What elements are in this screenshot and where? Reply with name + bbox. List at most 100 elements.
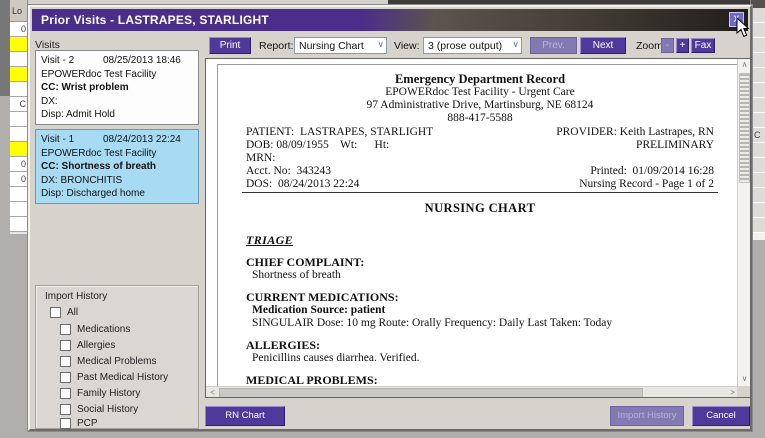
bg-grid-cell — [10, 112, 27, 127]
visit-facility: EPOWERdoc Test Facility — [41, 147, 157, 159]
visit-datetime: 08/24/2013 22:24 — [103, 134, 181, 145]
doc-page-info: Nursing Record - Page 1 of 2 — [579, 178, 714, 190]
visit-diagnosis: DX: — [41, 95, 58, 107]
cancel-button[interactable]: Cancel — [692, 406, 750, 426]
doc-patient: PATIENT: LASTRAPES, STARLIGHT — [246, 126, 434, 138]
checkbox-icon[interactable] — [50, 307, 61, 318]
section-heading: ALLERGIES: — [246, 338, 321, 352]
background-grid-column-right: C — [752, 8, 765, 240]
checkbox-label: Allergies — [77, 340, 116, 351]
bg-grid-cell — [753, 173, 765, 188]
doc-phone: 888-417-5588 — [447, 112, 513, 124]
zoom-out-button[interactable]: - — [661, 38, 674, 53]
scroll-up-icon[interactable]: ∧ — [738, 59, 750, 72]
scrollbar-corner — [737, 386, 750, 397]
horizontal-scrollbar[interactable]: < > — [206, 386, 739, 397]
import-history-panel: Import History All Medications Allergies… — [35, 285, 199, 429]
checkbox-icon[interactable] — [60, 404, 71, 415]
bg-grid-cell: C — [10, 97, 27, 112]
import-history-button[interactable]: Import History — [610, 406, 684, 426]
bg-grid-cell — [10, 52, 27, 67]
checkbox-label: Medical Problems — [77, 356, 157, 367]
bg-grid-cell — [753, 53, 765, 68]
scroll-left-icon[interactable]: < — [206, 387, 219, 397]
report-label: Report: — [259, 40, 294, 52]
view-label: View: — [394, 40, 420, 52]
screen: Lo 0 C 0 0 C Prior Visits - LASTRAPES, S… — [0, 0, 765, 438]
rn-chart-addendum-button[interactable]: RN Chart Addendum — [205, 406, 285, 426]
view-select[interactable]: 3 (prose output) ∨ — [423, 37, 522, 54]
checkbox-icon[interactable] — [60, 324, 71, 335]
visit-facility: EPOWERdoc Test Facility — [41, 68, 157, 80]
doc-triage-heading: TRIAGE — [246, 233, 294, 247]
bg-grid-cell — [10, 202, 27, 217]
bg-grid-cell: 0 — [10, 172, 27, 187]
checkbox-row-pcp[interactable]: PCP — [60, 417, 98, 430]
print-button[interactable]: Print — [209, 37, 251, 54]
report-select[interactable]: Nursing Chart ∨ — [294, 37, 387, 54]
checkbox-icon[interactable] — [60, 418, 71, 429]
section-text: Shortness of breath — [252, 269, 341, 281]
checkbox-label: Medications — [77, 324, 131, 335]
scroll-down-icon[interactable]: ∨ — [738, 373, 750, 386]
report-select-value: Nursing Chart — [299, 40, 364, 52]
horizontal-scrollbar-thumb[interactable] — [219, 388, 643, 397]
visit-chief-complaint: CC: Wrist problem — [41, 82, 129, 93]
visit-card-1-selected[interactable]: Visit - 1 08/24/2013 22:24 EPOWERdoc Tes… — [35, 129, 199, 204]
vertical-scrollbar[interactable]: ∧ ∨ — [737, 59, 750, 386]
bg-grid-cell — [753, 68, 765, 83]
background-grid-column-left: Lo 0 C 0 0 — [10, 0, 28, 234]
checkbox-icon[interactable] — [60, 356, 71, 367]
checkbox-row-all[interactable]: All — [50, 306, 78, 319]
doc-address: 97 Administrative Drive, Martinsburg, NE… — [366, 99, 594, 111]
visit-card-2[interactable]: Visit - 2 08/25/2013 18:46 EPOWERdoc Tes… — [35, 50, 199, 125]
bg-grid-cell — [753, 98, 765, 113]
checkbox-label: Past Medical History — [77, 372, 169, 383]
doc-provider: PROVIDER: Keith Lastrapes, RN — [556, 126, 714, 138]
checkbox-icon[interactable] — [60, 372, 71, 383]
checkbox-icon[interactable] — [60, 340, 71, 351]
visit-number: Visit - 2 — [41, 55, 75, 66]
checkbox-label: PCP — [77, 418, 98, 429]
bg-grid-cell — [10, 187, 27, 202]
doc-chart-title: NURSING CHART — [424, 201, 536, 215]
bg-grid-cell — [10, 37, 27, 52]
bg-grid-cell: 0 — [10, 22, 27, 37]
checkbox-row-family-history[interactable]: Family History — [60, 387, 140, 400]
checkbox-row-medical-problems[interactable]: Medical Problems — [60, 355, 156, 368]
doc-printed: Printed: 01/09/2014 16:28 — [590, 165, 714, 177]
chevron-down-icon: ∨ — [377, 39, 384, 49]
doc-section-allergies: ALLERGIES: Penicillins causes diarrhea. … — [246, 339, 714, 365]
zoom-label: Zoom — [636, 40, 663, 52]
visit-chief-complaint: CC: Shortness of breath — [41, 161, 157, 172]
checkbox-label: All — [67, 307, 79, 318]
checkbox-row-past-medical-history[interactable]: Past Medical History — [60, 371, 168, 384]
doc-mrn: MRN: — [246, 152, 276, 164]
doc-dos: DOS: 08/24/2013 22:24 — [246, 178, 360, 190]
prior-visits-dialog: Prior Visits - LASTRAPES, STARLIGHT X Pr… — [28, 5, 752, 431]
checkbox-icon[interactable] — [60, 388, 71, 399]
import-history-title: Import History — [45, 291, 108, 302]
next-page-button[interactable]: Next Page — [580, 37, 626, 54]
dialog-titlebar[interactable]: Prior Visits - LASTRAPES, STARLIGHT X — [32, 9, 748, 31]
section-text: SINGULAIR Dose: 10 mg Route: Orally Freq… — [252, 317, 613, 329]
checkbox-row-medications[interactable]: Medications — [60, 323, 130, 336]
bg-grid-cell — [753, 143, 765, 158]
prev-page-button[interactable]: Prev. Page — [530, 37, 577, 54]
visit-datetime: 08/25/2013 18:46 — [103, 55, 181, 66]
bg-grid-cell — [753, 38, 765, 53]
background-panel — [0, 0, 10, 96]
doc-section-current-medications: CURRENT MEDICATIONS: Medication Source: … — [246, 291, 714, 330]
document-page: Emergency Department Record EPOWERdoc Te… — [217, 64, 739, 397]
fax-button[interactable]: Fax — [691, 38, 715, 53]
vertical-scrollbar-thumb[interactable] — [739, 73, 750, 183]
section-heading: CHIEF COMPLAINT: — [246, 255, 365, 269]
dialog-title: Prior Visits - LASTRAPES, STARLIGHT — [41, 13, 269, 27]
doc-dob: DOB: 08/09/1955 Wt: Ht: — [246, 139, 390, 151]
view-select-value: 3 (prose output) — [428, 40, 503, 52]
bg-grid-cell — [753, 218, 765, 233]
zoom-in-button[interactable]: + — [676, 38, 689, 53]
checkbox-row-allergies[interactable]: Allergies — [60, 339, 115, 352]
checkbox-row-social-history[interactable]: Social History — [60, 403, 138, 416]
visit-disposition: Disp: Admit Hold — [41, 109, 115, 120]
